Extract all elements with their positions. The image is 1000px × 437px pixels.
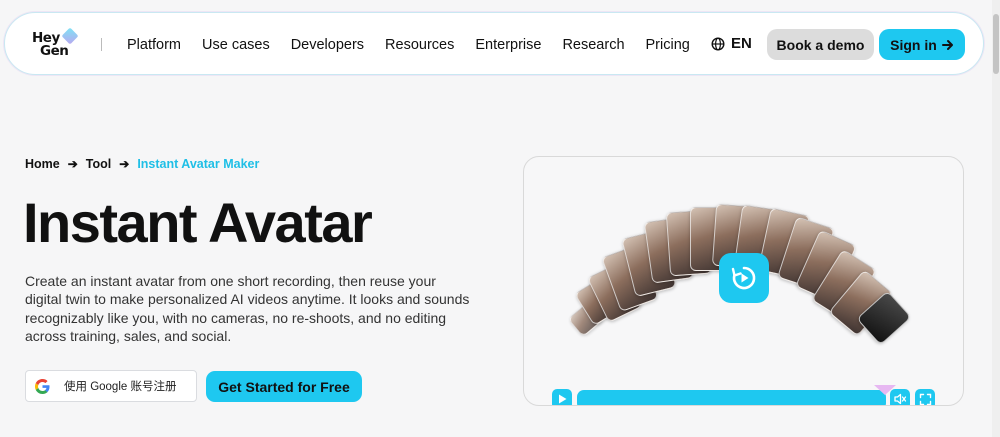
- nav-link-use-cases[interactable]: Use cases: [202, 37, 270, 53]
- arrow-right-icon: [941, 39, 953, 50]
- top-navbar: Hey Gen Platform Use cases Developers Re…: [4, 12, 984, 75]
- replay-button[interactable]: [719, 253, 769, 303]
- hero-description: Create an instant avatar from one short …: [25, 273, 470, 345]
- language-label: EN: [731, 35, 752, 52]
- sign-in-label: Sign in: [890, 36, 937, 53]
- play-button[interactable]: [552, 389, 572, 405]
- breadcrumb-arrow-icon: ➔: [67, 157, 78, 171]
- breadcrumb-home[interactable]: Home: [25, 157, 60, 171]
- breadcrumb-current: Instant Avatar Maker: [137, 157, 260, 171]
- language-selector[interactable]: EN: [711, 35, 752, 52]
- logo-text-gen: Gen: [40, 43, 69, 59]
- mute-icon: [894, 393, 907, 405]
- nav-link-resources[interactable]: Resources: [385, 37, 454, 53]
- nav-links: Platform Use cases Developers Resources …: [127, 13, 711, 76]
- logo-gem-icon: [61, 27, 79, 45]
- google-signup-button[interactable]: 使用 Google 账号注册: [25, 370, 197, 402]
- nav-link-platform[interactable]: Platform: [127, 37, 181, 53]
- google-signup-label: 使用 Google 账号注册: [64, 381, 177, 393]
- nav-link-developers[interactable]: Developers: [291, 37, 364, 53]
- replay-icon: [731, 266, 756, 290]
- sign-in-button[interactable]: Sign in: [879, 29, 965, 60]
- mute-button[interactable]: [890, 389, 910, 405]
- book-demo-button[interactable]: Book a demo: [767, 29, 874, 60]
- breadcrumb-tool[interactable]: Tool: [86, 157, 111, 171]
- page-scrollbar[interactable]: [992, 0, 1000, 437]
- scrollbar-thumb[interactable]: [993, 14, 999, 74]
- nav-link-research[interactable]: Research: [562, 37, 624, 53]
- fullscreen-icon: [919, 393, 931, 405]
- globe-icon: [711, 36, 725, 51]
- fullscreen-button[interactable]: [915, 389, 935, 405]
- breadcrumb: Home ➔ Tool ➔ Instant Avatar Maker: [25, 157, 259, 171]
- get-started-button[interactable]: Get Started for Free: [206, 371, 362, 402]
- nav-link-pricing[interactable]: Pricing: [646, 37, 690, 53]
- google-icon: [35, 378, 50, 394]
- video-player[interactable]: [523, 156, 964, 406]
- video-progress-bar[interactable]: [577, 390, 886, 405]
- heygen-logo[interactable]: Hey Gen: [31, 27, 83, 60]
- play-icon: [559, 394, 567, 404]
- breadcrumb-arrow-icon: ➔: [119, 157, 130, 171]
- page-title: Instant Avatar: [23, 191, 373, 254]
- nav-link-enterprise[interactable]: Enterprise: [475, 37, 541, 53]
- nav-divider: [101, 38, 102, 51]
